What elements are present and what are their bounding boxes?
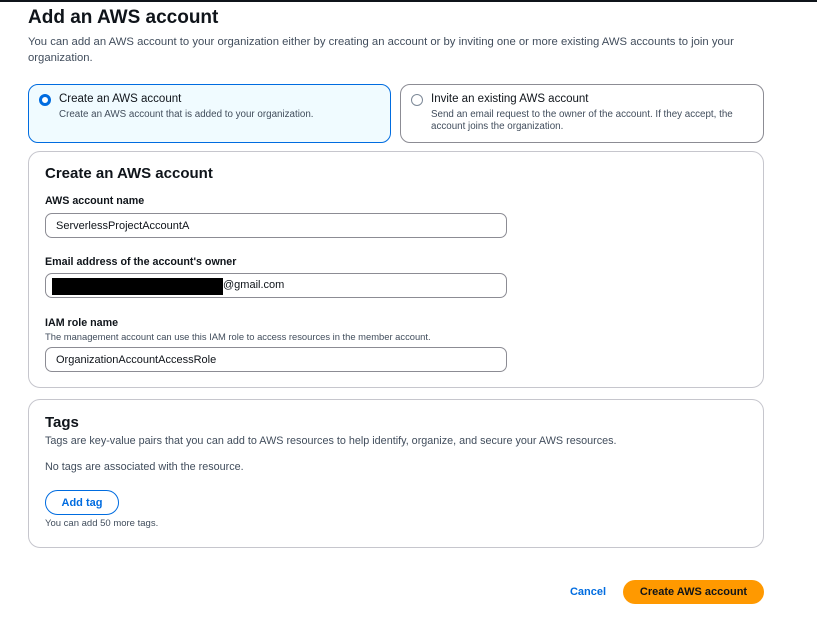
page-description: You can add an AWS account to your organ… <box>28 36 734 64</box>
create-account-panel: Create an AWS account AWS account name E… <box>28 151 764 388</box>
no-tags-text: No tags are associated with the resource… <box>45 461 244 473</box>
redacted-block <box>52 278 223 295</box>
account-name-input[interactable] <box>45 213 507 238</box>
option-create-account[interactable]: Create an AWS account Create an AWS acco… <box>28 84 391 143</box>
tags-panel: Tags Tags are key-value pairs that you c… <box>28 399 764 548</box>
tags-limit-text: You can add 50 more tags. <box>45 518 159 529</box>
tags-title: Tags <box>45 414 79 431</box>
option-description: Send an email request to the owner of th… <box>431 109 733 132</box>
account-name-label: AWS account name <box>45 195 145 207</box>
email-suffix-text: @gmail.com <box>223 279 285 291</box>
iam-role-label: IAM role name <box>45 317 119 329</box>
option-title: Create an AWS account <box>59 93 182 105</box>
option-invite-account[interactable]: Invite an existing AWS account Send an e… <box>400 84 764 143</box>
create-account-button[interactable]: Create AWS account <box>623 580 764 604</box>
panel-title: Create an AWS account <box>45 165 213 182</box>
radio-selected-icon[interactable] <box>39 94 51 106</box>
tags-description: Tags are key-value pairs that you can ad… <box>45 435 617 447</box>
top-divider <box>0 0 817 2</box>
email-input[interactable]: @gmail.com <box>45 273 507 298</box>
add-tag-button[interactable]: Add tag <box>45 490 119 515</box>
radio-unselected-icon[interactable] <box>411 94 423 106</box>
page-title: Add an AWS account <box>28 7 219 28</box>
option-description: Create an AWS account that is added to y… <box>59 109 314 120</box>
email-label: Email address of the account's owner <box>45 256 237 268</box>
iam-role-description: The management account can use this IAM … <box>45 331 431 342</box>
cancel-button[interactable]: Cancel <box>562 580 614 604</box>
iam-role-input[interactable] <box>45 347 507 372</box>
option-title: Invite an existing AWS account <box>431 93 589 105</box>
